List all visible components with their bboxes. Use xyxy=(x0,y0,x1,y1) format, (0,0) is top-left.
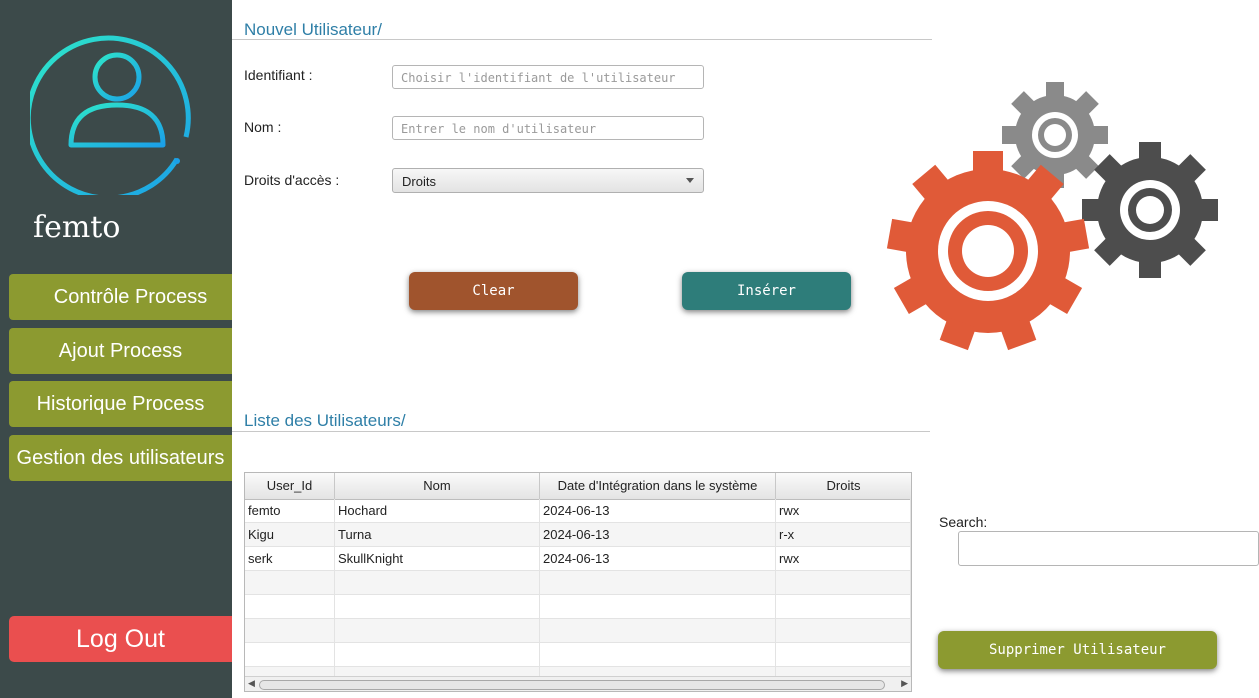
empty-row xyxy=(245,619,911,643)
droits-label: Droits d'accès : xyxy=(244,172,340,188)
table-row[interactable]: femto Hochard 2024-06-13 rwx xyxy=(245,499,911,523)
table-row[interactable]: Kigu Turna 2024-06-13 r-x xyxy=(245,523,911,547)
delete-user-button[interactable]: Supprimer Utilisateur xyxy=(938,631,1217,669)
search-label: Search: xyxy=(939,514,988,530)
cell-nom: SkullKnight xyxy=(335,547,540,571)
user-avatar-icon xyxy=(30,35,191,195)
identifiant-label: Identifiant : xyxy=(244,67,313,83)
gears-icon xyxy=(886,82,1218,351)
new-user-divider xyxy=(232,39,932,40)
cell-date: 2024-06-13 xyxy=(540,523,776,547)
column-header-droits[interactable]: Droits xyxy=(776,473,911,499)
cell-date: 2024-06-13 xyxy=(540,547,776,571)
empty-row xyxy=(245,571,911,595)
user-list-title: Liste des Utilisateurs/ xyxy=(244,411,406,430)
cell-droits: r-x xyxy=(776,523,911,547)
nom-input[interactable]: Entrer le nom d'utilisateur xyxy=(392,116,704,140)
cell-nom: Turna xyxy=(335,523,540,547)
column-header-user-id[interactable]: User_Id xyxy=(245,473,335,499)
table-row[interactable]: serk SkullKnight 2024-06-13 rwx xyxy=(245,547,911,571)
cell-user-id: serk xyxy=(245,547,335,571)
droits-select[interactable]: Droits xyxy=(392,168,704,193)
nom-label: Nom : xyxy=(244,119,282,135)
search-input[interactable] xyxy=(958,531,1259,566)
nav-historique-process-button[interactable]: Historique Process xyxy=(9,381,232,427)
cell-droits: rwx xyxy=(776,547,911,571)
nav-ajout-process-button[interactable]: Ajout Process xyxy=(9,328,232,374)
logout-button[interactable]: Log Out xyxy=(9,616,232,662)
cell-user-id: femto xyxy=(245,499,335,523)
nav-gestion-utilisateurs-button[interactable]: Gestion des utilisateurs xyxy=(9,435,232,481)
new-user-title: Nouvel Utilisateur/ xyxy=(244,20,382,39)
table-header: User_Id Nom Date d'Intégration dans le s… xyxy=(245,473,911,500)
sidebar: femto Contrôle Process Ajout Process His… xyxy=(0,0,232,698)
nav-controle-process-button[interactable]: Contrôle Process xyxy=(9,274,232,320)
dropdown-caret-icon xyxy=(686,178,694,183)
scroll-left-icon[interactable]: ◀ xyxy=(248,679,255,689)
column-header-nom[interactable]: Nom xyxy=(335,473,540,499)
column-header-date[interactable]: Date d'Intégration dans le système xyxy=(540,473,776,499)
identifiant-input[interactable]: Choisir l'identifiant de l'utilisateur xyxy=(392,65,704,89)
scroll-right-icon[interactable]: ▶ xyxy=(901,679,908,689)
username: femto xyxy=(33,210,121,245)
clear-button[interactable]: Clear xyxy=(409,272,578,310)
scrollbar-thumb[interactable] xyxy=(259,680,885,690)
cell-nom: Hochard xyxy=(335,499,540,523)
horizontal-scrollbar[interactable]: ◀ ▶ xyxy=(245,676,911,691)
droits-select-value: Droits xyxy=(402,174,436,189)
empty-row xyxy=(245,643,911,667)
cell-date: 2024-06-13 xyxy=(540,499,776,523)
user-list-divider xyxy=(232,431,930,432)
insert-button[interactable]: Insérer xyxy=(682,272,851,310)
users-table[interactable]: User_Id Nom Date d'Intégration dans le s… xyxy=(244,472,912,692)
cell-droits: rwx xyxy=(776,499,911,523)
cell-user-id: Kigu xyxy=(245,523,335,547)
empty-row xyxy=(245,595,911,619)
